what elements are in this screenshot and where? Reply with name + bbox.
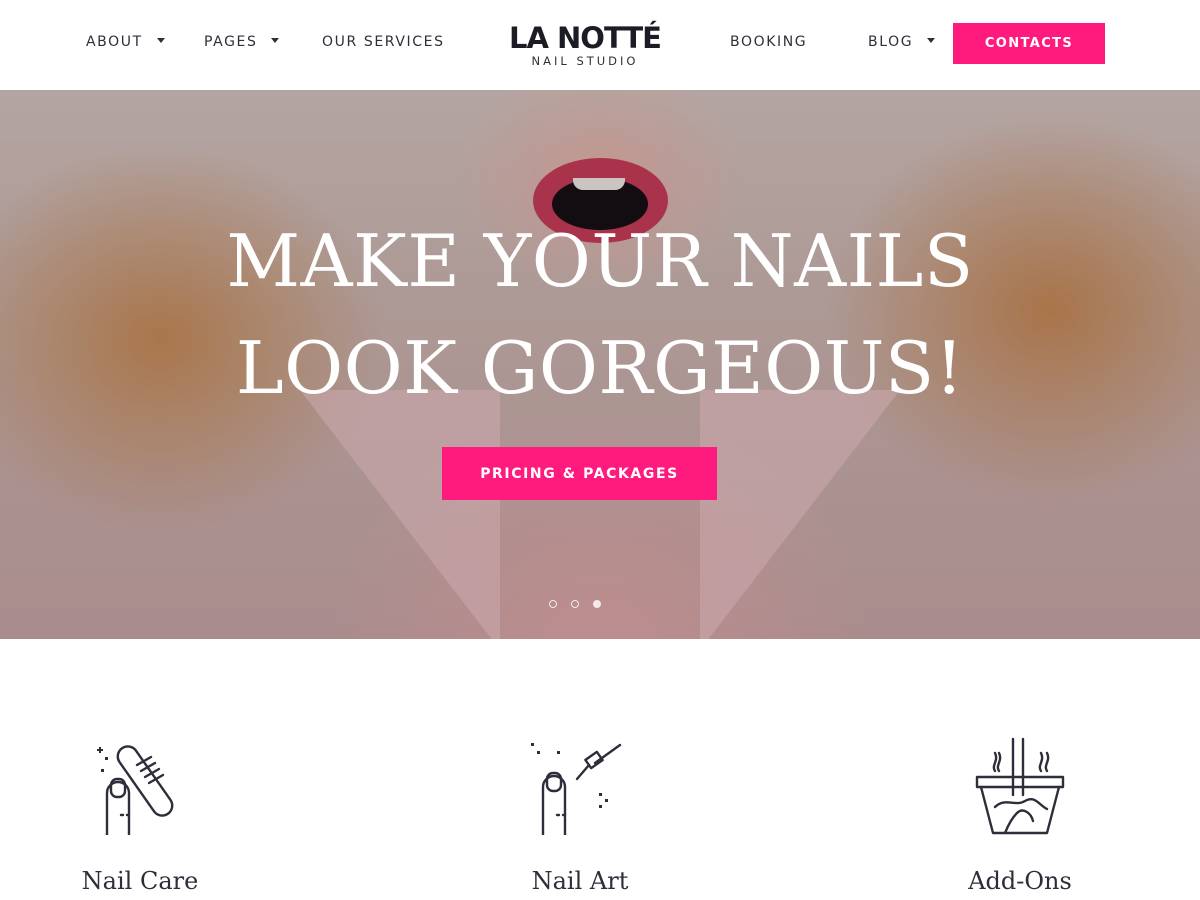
nav-blog-label: BLOG (868, 34, 914, 50)
chevron-down-icon (927, 37, 936, 43)
nav-booking-label: BOOKING (730, 34, 808, 50)
nav-booking[interactable]: BOOKING (730, 34, 807, 50)
hero-title-line-1: MAKE YOUR NAILS (226, 219, 974, 303)
nav-pages-label: PAGES (204, 34, 258, 50)
site-logo[interactable]: LA NOTTÉ NAIL STUDIO (508, 22, 662, 68)
chevron-down-icon (271, 37, 280, 43)
service-title: Nail Art (531, 867, 629, 895)
nav-our-services[interactable]: OUR SERVICES (322, 34, 445, 50)
logo-subtitle: NAIL STUDIO (531, 54, 639, 68)
logo-title: LA NOTTÉ (509, 21, 662, 55)
slider-pagination (549, 600, 601, 608)
nav-blog[interactable]: BLOG (868, 34, 936, 50)
nav-pages[interactable]: PAGES (204, 34, 280, 50)
service-title: Nail Care (81, 867, 199, 895)
nav-about[interactable]: ABOUT (86, 34, 165, 50)
nav-our-services-label: OUR SERVICES (322, 34, 445, 50)
service-nail-art[interactable]: Nail Art (470, 735, 690, 895)
nail-file-icon (97, 745, 174, 835)
service-title: Add-Ons (968, 867, 1072, 895)
contacts-button[interactable]: CONTACTS (953, 23, 1105, 64)
chevron-down-icon (156, 37, 165, 43)
pricing-packages-button[interactable]: PRICING & PACKAGES (442, 447, 717, 500)
slider-dot-3[interactable] (593, 600, 601, 608)
service-add-ons[interactable]: Add-Ons (910, 735, 1130, 895)
nav-about-label: ABOUT (86, 34, 143, 50)
slider-dot-1[interactable] (549, 600, 557, 608)
hero-title-line-2: LOOK GORGEOUS! (235, 326, 965, 410)
nail-polish-brush-icon (531, 743, 622, 835)
spa-bowl-icon (975, 737, 1065, 835)
service-nail-care[interactable]: Nail Care (30, 735, 250, 895)
site-header: ABOUT PAGES OUR SERVICES LA NOTTÉ NAIL S… (0, 0, 1200, 90)
slider-dot-2[interactable] (571, 600, 579, 608)
hero-slider: MAKE YOUR NAILS LOOK GORGEOUS! PRICING &… (0, 90, 1200, 639)
